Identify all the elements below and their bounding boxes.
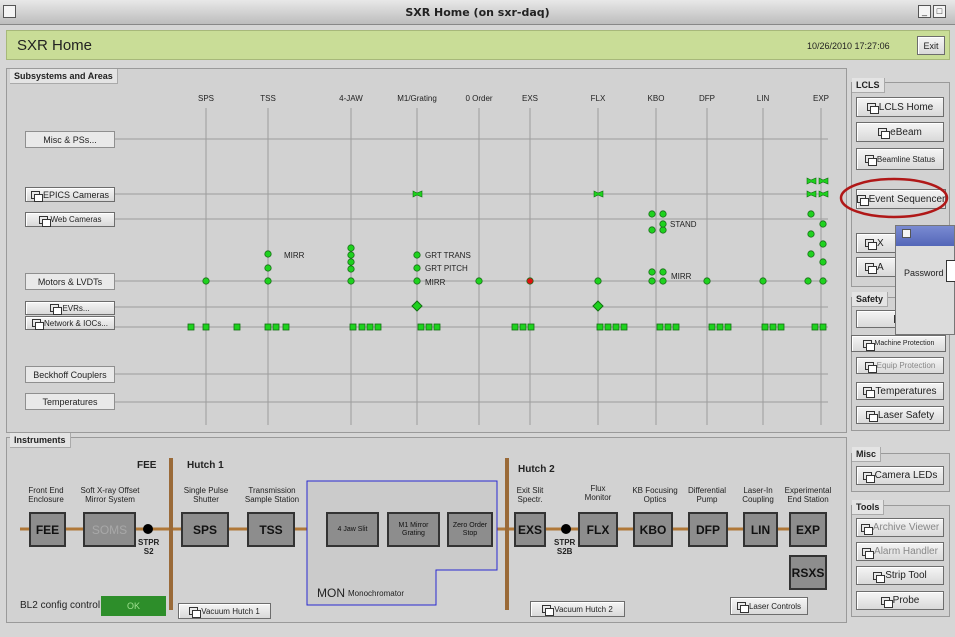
window-icon [736,602,749,613]
dfp-desc: Differential Pump [687,486,727,504]
stpr-s2b-label: STPR S2B [554,538,576,556]
bl2-config-label: BL2 config control [20,600,101,611]
window-icon [189,607,202,618]
sps-box[interactable]: SPS [181,512,229,547]
exs-desc: Exit Slit Spectr. [516,486,544,504]
laser-controls-label: Laser Controls [748,601,802,611]
vacuum-hutch1-button[interactable]: Vacuum Hutch 1 [178,603,271,619]
vacuum-hutch2-label: Vacuum Hutch 2 [554,604,613,614]
mon-label: MON [317,586,345,600]
monochromator-label: Monochromator [348,589,405,598]
tss-box[interactable]: TSS [247,512,295,547]
stpr-s2-label: STPR S2 [138,538,160,556]
exp-box[interactable]: EXP [789,512,827,547]
rsxs-box[interactable]: RSXS [789,555,827,590]
fee-area-label: FEE [137,460,157,471]
lin-box[interactable]: LIN [743,512,778,547]
stopper-s2b [561,524,571,534]
lin-desc: Laser-In Coupling [742,486,774,504]
hutch2-label: Hutch 2 [518,464,555,475]
flx-desc: Flux Monitor [584,484,612,502]
fee-box[interactable]: FEE [29,512,66,547]
vacuum-hutch1-label: Vacuum Hutch 1 [201,606,260,616]
bl2-ok-status[interactable]: OK [101,596,166,616]
fee-desc: Front End Enclosure [28,486,64,504]
kbo-box[interactable]: KBO [633,512,673,547]
tss-desc: Transmission Sample Station [244,486,300,504]
kbo-desc: KB Focusing Optics [632,486,678,504]
zero-order-stop-box[interactable]: Zero Order Stop [447,512,493,547]
soms-box[interactable]: SOMS [83,512,136,547]
hutch1-label: Hutch 1 [187,460,224,471]
laser-controls-button[interactable]: Laser Controls [730,597,808,615]
sps-desc: Single Pulse Shutter [183,486,229,504]
exp-desc: Experimental End Station [784,486,832,504]
window-icon [542,605,555,616]
dfp-box[interactable]: DFP [688,512,728,547]
exs-box[interactable]: EXS [514,512,546,547]
vacuum-hutch2-button[interactable]: Vacuum Hutch 2 [530,601,625,617]
soms-desc: Soft X-ray Offset Mirror System [80,486,140,504]
stopper-s2 [143,524,153,534]
flx-box[interactable]: FLX [578,512,618,547]
m1-mirror-grating-box[interactable]: M1 Mirror Grating [387,512,440,547]
four-jaw-slit-box[interactable]: 4 Jaw Slit [326,512,379,547]
